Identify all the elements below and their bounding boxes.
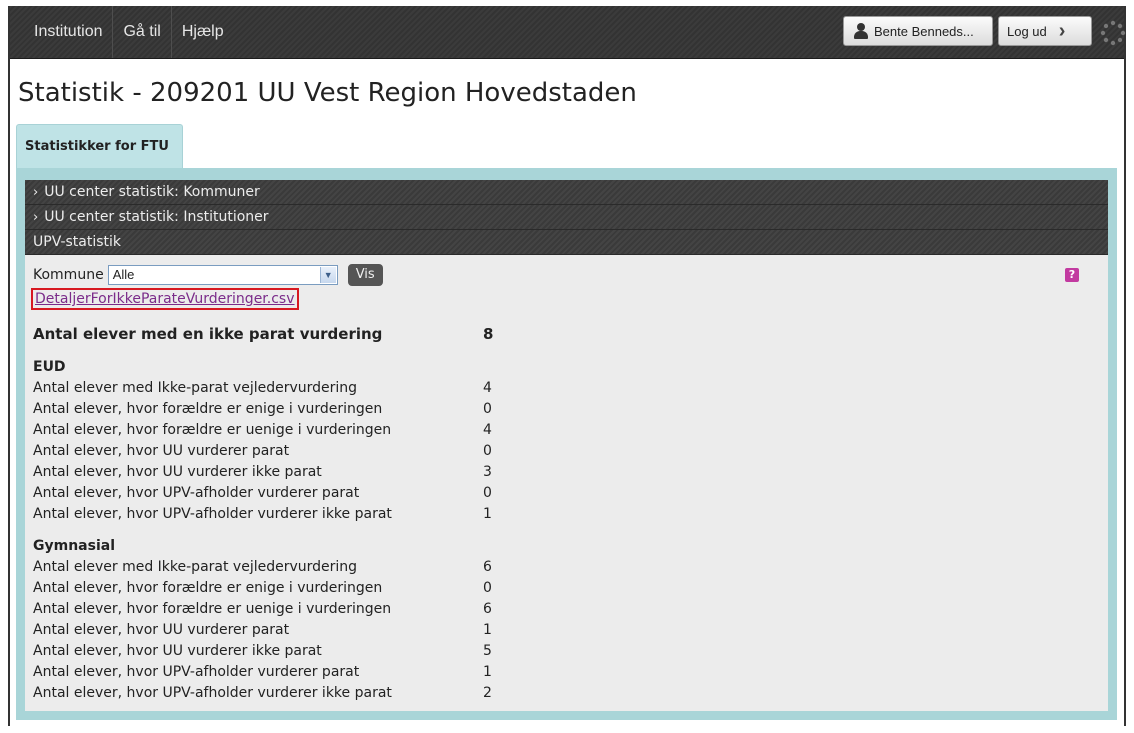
row-label: Antal elever med Ikke-parat vejledervurd… <box>33 380 358 396</box>
accordion-kommuner[interactable]: › UU center statistik: Kommuner <box>25 180 1108 205</box>
table-row: Antal elever, hvor UPV-afholder vurderer… <box>33 504 733 525</box>
row-value: 1 <box>483 622 492 638</box>
row-label: Antal elever, hvor UPV-afholder vurderer… <box>33 664 360 680</box>
kommune-label: Kommune <box>33 267 104 283</box>
row-value: 0 <box>483 443 492 459</box>
row-value: 6 <box>483 559 492 575</box>
accordion-upv-statistik[interactable]: UPV-statistik <box>25 230 1108 255</box>
row-label: Antal elever, hvor forældre er enige i v… <box>33 401 383 417</box>
row-label: Antal elever, hvor UU vurderer parat <box>33 622 290 638</box>
row-label: Antal elever, hvor UPV-afholder vurderer… <box>33 685 392 701</box>
row-label: Antal elever med Ikke-parat vejledervurd… <box>33 559 358 575</box>
row-label: Antal elever, hvor forældre er uenige i … <box>33 422 392 438</box>
summary-value: 8 <box>483 325 494 343</box>
table-row: Antal elever, hvor forældre er enige i v… <box>33 399 733 420</box>
table-row: Antal elever med Ikke-parat vejledervurd… <box>33 557 733 578</box>
kommune-filter: Kommune Alle ▼ Vis <box>33 264 383 286</box>
section-title-gymnasial: Gymnasial <box>33 538 115 554</box>
user-icon <box>854 23 868 39</box>
statistics-list: Antal elever med en ikke parat vurdering… <box>33 322 733 704</box>
kommune-selected-value: Alle <box>112 267 135 282</box>
row-value: 4 <box>483 380 492 396</box>
row-label: Antal elever, hvor UPV-afholder vurderer… <box>33 485 360 501</box>
row-value: 0 <box>483 401 492 417</box>
page-title: Statistik - 209201 UU Vest Region Hoveds… <box>18 78 637 108</box>
chevron-right-icon: › <box>1058 20 1066 42</box>
logout-label: Log ud <box>1007 23 1047 39</box>
menu-item-help[interactable]: Hjælp <box>172 6 234 58</box>
row-value: 0 <box>483 485 492 501</box>
accordion-institutioner[interactable]: › UU center statistik: Institutioner <box>25 205 1108 230</box>
tab-panel: › UU center statistik: Kommuner › UU cente… <box>16 168 1117 720</box>
table-row: Antal elever, hvor UPV-afholder vurderer… <box>33 683 733 704</box>
table-row: Antal elever, hvor forældre er uenige i … <box>33 599 733 620</box>
menu-item-goto[interactable]: Gå til <box>113 6 172 58</box>
table-row: Antal elever, hvor forældre er enige i v… <box>33 578 733 599</box>
summary-row: Antal elever med en ikke parat vurdering… <box>33 322 733 346</box>
accordion-label: UPV-statistik <box>33 234 122 250</box>
loading-spinner-icon <box>1100 20 1126 46</box>
row-value: 4 <box>483 422 492 438</box>
row-label: Antal elever, hvor UU vurderer ikke para… <box>33 464 322 480</box>
kommune-select[interactable]: Alle ▼ <box>107 265 338 285</box>
row-label: Antal elever, hvor UU vurderer parat <box>33 443 290 459</box>
table-row: Antal elever, hvor UU vurderer parat 1 <box>33 620 733 641</box>
accordion-label: UU center statistik: Kommuner <box>44 184 260 200</box>
table-row: Antal elever, hvor UU vurderer parat 0 <box>33 441 733 462</box>
table-row: Antal elever, hvor forældre er uenige i … <box>33 420 733 441</box>
table-row: Antal elever, hvor UPV-afholder vurderer… <box>33 483 733 504</box>
table-row: Antal elever med Ikke-parat vejledervurd… <box>33 378 733 399</box>
menu-item-institution[interactable]: Institution <box>24 6 114 58</box>
row-value: 3 <box>483 464 492 480</box>
row-value: 2 <box>483 685 492 701</box>
chevron-right-icon: › <box>33 210 39 225</box>
csv-download-link[interactable]: DetaljerForIkkeParateVurderinger.csv <box>31 288 299 310</box>
statistics-panel: › UU center statistik: Kommuner › UU cente… <box>25 180 1108 711</box>
row-label: Antal elever, hvor forældre er uenige i … <box>33 601 392 617</box>
row-label: Antal elever, hvor UU vurderer ikke para… <box>33 643 322 659</box>
logout-button[interactable]: Log ud › <box>998 16 1092 46</box>
summary-label: Antal elever med en ikke parat vurdering <box>33 325 383 343</box>
row-label: Antal elever, hvor UPV-afholder vurderer… <box>33 506 392 522</box>
chevron-right-icon: › <box>33 185 39 200</box>
vis-button[interactable]: Vis <box>347 264 383 286</box>
table-row: Antal elever, hvor UU vurderer ikke para… <box>33 462 733 483</box>
row-label: Antal elever, hvor forældre er enige i v… <box>33 580 383 596</box>
section-title-eud: EUD <box>33 359 66 375</box>
user-button[interactable]: Bente Benneds... <box>843 16 993 46</box>
table-row: Antal elever, hvor UU vurderer ikke para… <box>33 641 733 662</box>
row-value: 0 <box>483 580 492 596</box>
row-value: 1 <box>483 506 492 522</box>
table-row: Antal elever, hvor UPV-afholder vurderer… <box>33 662 733 683</box>
accordion-label: UU center statistik: Institutioner <box>44 209 269 225</box>
user-name: Bente Benneds... <box>874 23 974 39</box>
main-menu: Institution Gå til Hjælp <box>24 6 234 58</box>
row-value: 6 <box>483 601 492 617</box>
tab-statistikker-ftu[interactable]: Statistikker for FTU <box>16 124 183 168</box>
row-value: 1 <box>483 664 492 680</box>
help-icon[interactable]: ? <box>1065 268 1079 282</box>
row-value: 5 <box>483 643 492 659</box>
top-navigation-bar: Institution Gå til Hjælp Bente Benneds..… <box>10 6 1126 59</box>
chevron-down-icon: ▼ <box>319 267 336 283</box>
